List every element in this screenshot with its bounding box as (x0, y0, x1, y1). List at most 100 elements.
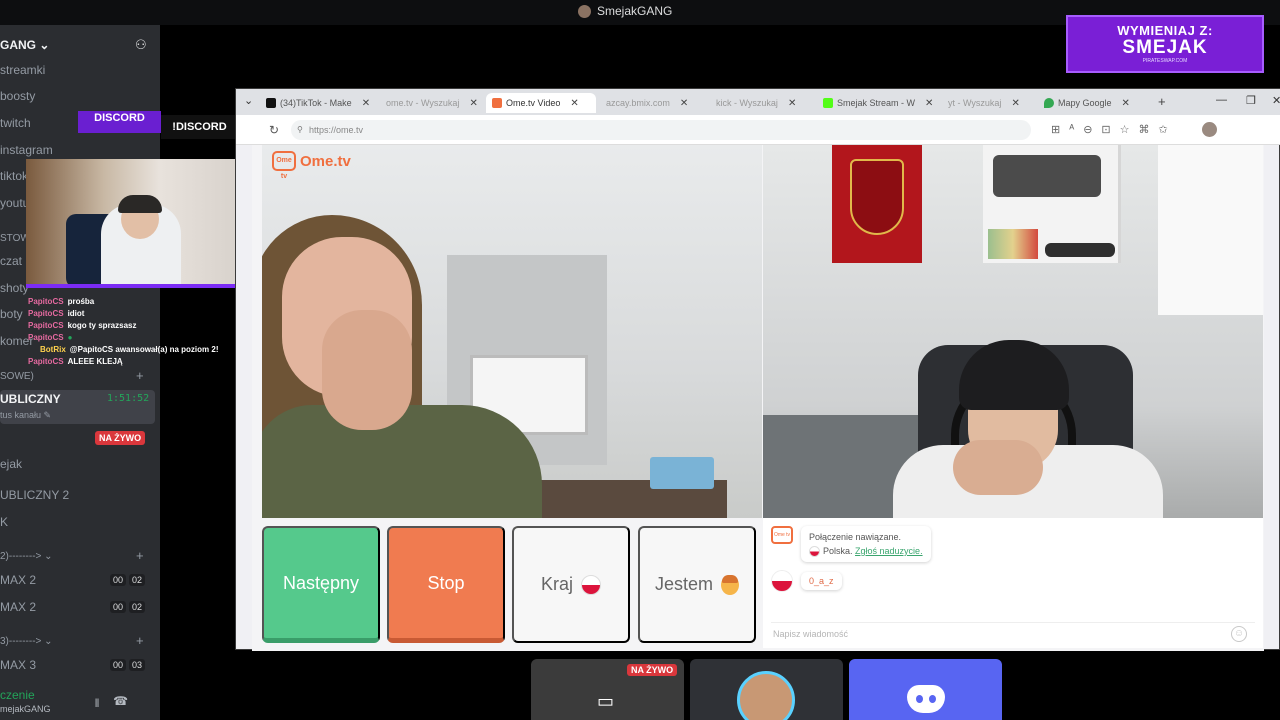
add-member-icon[interactable]: ⚇ (135, 37, 147, 53)
partner-shirt (262, 405, 542, 518)
extensions-puzzle-icon[interactable]: ⌘ (1139, 123, 1150, 136)
voice-timer: 1:51:52 (107, 393, 150, 404)
extension-icon[interactable]: ⊞ (1051, 123, 1060, 136)
close-icon[interactable]: ✕ (1011, 98, 1019, 109)
close-icon[interactable]: ✕ (788, 98, 796, 109)
tab-kick-search[interactable]: kick - Wyszukaj ✕ (716, 93, 816, 113)
category-voice[interactable]: SOWE) (0, 371, 34, 382)
translate-icon[interactable]: ᴬ (1069, 123, 1074, 136)
channel-boty[interactable]: boty (0, 307, 23, 321)
screen-share-tile[interactable]: NA ŻYWO ▭ (531, 659, 684, 720)
avatar (737, 671, 795, 720)
ometv-logo: Ome tv Ome.tv (272, 151, 351, 180)
close-window-icon[interactable]: ✕ (1272, 94, 1280, 107)
edit-icon[interactable]: ✎ (44, 410, 52, 420)
browser-window: ⌄ (34)TikTok - Make ✕ ome.tv - Wyszukaj ✕ … (235, 88, 1280, 651)
chat-message: BotRix @PapitoCS awansował(a) na poziom 2… (40, 345, 219, 354)
poland-flag-icon (771, 570, 793, 592)
close-icon[interactable]: ✕ (570, 98, 578, 109)
maximize-icon[interactable]: ❐ (1246, 94, 1256, 107)
tab-smejak-stream[interactable]: Smejak Stream - W ✕ (823, 93, 943, 113)
emoji-icon[interactable]: ☺ (1231, 626, 1247, 642)
close-icon[interactable]: ✕ (362, 98, 370, 109)
voice-room-max2[interactable]: MAX 2 (0, 573, 36, 587)
partner-hand (322, 310, 412, 430)
profile-avatar-icon[interactable] (1202, 122, 1217, 137)
crest-icon (850, 159, 904, 235)
message-input[interactable]: Napisz wiadomość ☺ (771, 622, 1255, 644)
close-icon[interactable]: ✕ (1122, 98, 1130, 109)
channel-streamki[interactable]: streamki (0, 63, 45, 77)
share-icon[interactable]: ⊡ (1101, 123, 1110, 136)
ometv-page: Ome tv Ome.tv Następny Stop Kraj Jestem (252, 145, 1264, 651)
discord-tile[interactable] (849, 659, 1002, 720)
voice-channel-publiczny-2[interactable]: UBLICZNY 2 (0, 488, 69, 502)
category-3[interactable]: 3)--------> ⌄ (0, 636, 53, 647)
tab-google-maps[interactable]: Mapy Google ✕ (1044, 93, 1149, 113)
add-channel-icon[interactable]: + (136, 368, 144, 383)
discord-logo-icon (907, 685, 945, 713)
soundboard-icon[interactable]: 𝍪 (95, 694, 99, 715)
tab-yt-search[interactable]: yt - Wyszukaj ✕ (948, 93, 1038, 113)
voice-channel-k[interactable]: K (0, 515, 8, 529)
chevron-down-icon: ⌄ (39, 38, 50, 52)
tab-ome-search[interactable]: ome.tv - Wyszukaj ✕ (386, 93, 481, 113)
voice-room-max3[interactable]: MAX 3 (0, 658, 36, 672)
extension-icons: ⊞ ᴬ ⊖ ⊡ ☆ ⌘ ✩ (1051, 123, 1168, 136)
add-channel-icon[interactable]: + (136, 633, 144, 648)
connection-status: Połączenie nawiązane. (809, 532, 902, 542)
bookmark-star-icon[interactable]: ☆ (1120, 123, 1130, 136)
ometv-logo-text: Ome.tv (300, 152, 351, 170)
report-abuse-link[interactable]: Zgłoś naduzycie. (855, 546, 923, 556)
reload-icon[interactable]: ↻ (269, 123, 279, 137)
stream-chat-overlay: PapitoCS prośba PapitoCS idiot PapitoCS kog… (28, 296, 243, 368)
url-text: https://ome.tv (309, 125, 364, 135)
voice-member[interactable]: ejak (0, 457, 22, 471)
tab-ometv[interactable]: Ome.tv Video ✕ (486, 93, 596, 113)
channel-shoty[interactable]: shoty (0, 281, 29, 295)
next-button[interactable]: Następny (262, 526, 380, 643)
add-channel-icon[interactable]: + (136, 548, 144, 563)
storage-box (650, 457, 714, 489)
poland-flag-icon (581, 574, 601, 595)
category-2[interactable]: 2)--------> ⌄ (0, 551, 53, 562)
channel-instagram[interactable]: instagram (0, 143, 53, 157)
tab-tiktok[interactable]: (34)TikTok - Make ✕ (266, 93, 381, 113)
channel-czat[interactable]: czat (0, 254, 22, 268)
model-car (1045, 243, 1115, 257)
liverpool-poster (832, 145, 922, 263)
streamer-webcam (26, 159, 248, 288)
chat-message: PapitoCS ALEEE KLEJĄ (28, 357, 123, 366)
channel-tiktok[interactable]: tiktok (0, 169, 28, 183)
server-name-header[interactable]: GANG ⌄ (0, 38, 49, 52)
new-tab-icon[interactable]: + (1158, 94, 1166, 109)
voice-room-max2[interactable]: MAX 2 (0, 600, 36, 614)
self-video (763, 145, 1263, 518)
url-input[interactable]: ⚲ https://ome.tv (291, 120, 1031, 140)
channel-youtube[interactable]: youtu (0, 196, 29, 210)
tab-azcay[interactable]: azcay.bmix.com ✕ (606, 93, 706, 113)
country-filter-button[interactable]: Kraj (512, 526, 630, 643)
streamer-hair (118, 195, 162, 213)
tab-search-icon[interactable]: ⌄ (244, 94, 253, 107)
disconnect-icon[interactable]: ☎ (113, 694, 128, 715)
favorites-icon[interactable]: ✩ (1159, 123, 1168, 136)
address-bar-row: ↻ ⚲ https://ome.tv ⊞ ᴬ ⊖ ⊡ ☆ ⌘ ✩ (236, 115, 1280, 145)
close-icon[interactable]: ✕ (469, 98, 477, 109)
zoom-icon[interactable]: ⊖ (1083, 123, 1092, 136)
boombox (993, 155, 1101, 197)
screen-share-icon: ▭ (597, 691, 615, 711)
tiktok-icon (266, 98, 276, 108)
close-icon[interactable]: ✕ (680, 98, 688, 109)
minimize-icon[interactable]: — (1216, 94, 1227, 106)
channel-boosty[interactable]: boosty (0, 89, 35, 103)
stop-button[interactable]: Stop (387, 526, 505, 643)
window-title-text: SmejakGANG (597, 4, 673, 18)
ometv-small-logo-icon: Ome tv (771, 526, 793, 544)
gender-button[interactable]: Jestem (638, 526, 756, 643)
channel-twitch[interactable]: twitch (0, 116, 31, 130)
participant-tile[interactable] (690, 659, 843, 720)
peer-message-text: 0_a_z (801, 572, 842, 590)
close-icon[interactable]: ✕ (925, 98, 933, 109)
kick-icon (823, 98, 833, 108)
